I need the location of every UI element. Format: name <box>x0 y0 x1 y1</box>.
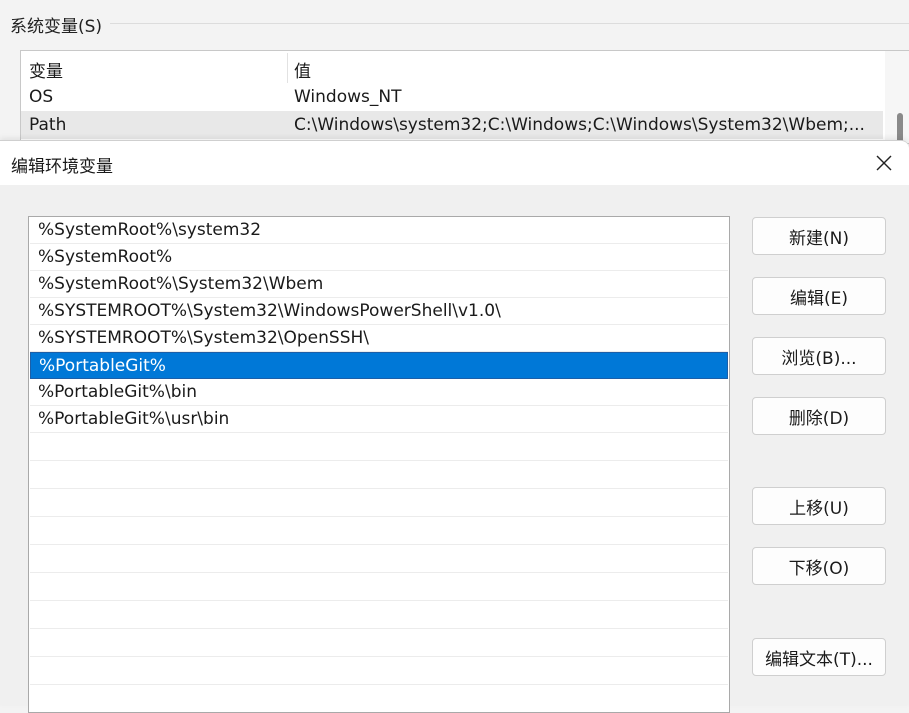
list-item[interactable]: %SYSTEMROOT%\System32\OpenSSH\ <box>30 325 728 352</box>
column-divider <box>287 53 288 83</box>
list-item[interactable]: %SYSTEMROOT%\System32\WindowsPowerShell\… <box>30 298 728 325</box>
scrollbar[interactable] <box>885 51 909 143</box>
variable-value: Windows_NT <box>294 87 402 107</box>
edit-button[interactable]: 编辑(E) <box>752 277 886 315</box>
empty-list-row[interactable] <box>30 489 728 517</box>
variable-value: C:\Windows\system32;C:\Windows;C:\Window… <box>294 115 865 135</box>
table-row[interactable]: Path C:\Windows\system32;C:\Windows;C:\W… <box>21 111 883 139</box>
move-down-button[interactable]: 下移(O) <box>752 547 886 585</box>
list-item[interactable]: %PortableGit%\bin <box>30 379 728 406</box>
edit-env-variable-dialog: 编辑环境变量 %SystemRoot%\system32 %SystemRoot… <box>0 140 909 713</box>
list-item[interactable]: %SystemRoot%\system32 <box>30 217 728 244</box>
dialog-titlebar: 编辑环境变量 <box>0 141 909 185</box>
list-item-selected[interactable]: %PortableGit% <box>30 352 728 379</box>
empty-list-row[interactable] <box>30 657 728 685</box>
table-header: 变量 值 <box>21 53 883 83</box>
empty-list-row[interactable] <box>30 545 728 573</box>
empty-list-row[interactable] <box>30 461 728 489</box>
path-entries-list[interactable]: %SystemRoot%\system32 %SystemRoot% %Syst… <box>28 216 730 713</box>
empty-list-row[interactable] <box>30 517 728 545</box>
group-divider <box>110 23 909 24</box>
browse-button[interactable]: 浏览(B)... <box>752 337 886 375</box>
table-row[interactable]: OS Windows_NT <box>21 83 883 111</box>
scrollbar-thumb[interactable] <box>897 113 903 143</box>
edit-text-button[interactable]: 编辑文本(T)... <box>752 638 886 676</box>
system-variables-group: 系统变量(S) 变量 值 OS Windows_NT Path C:\Windo… <box>0 0 909 144</box>
close-icon <box>876 155 892 171</box>
empty-list-row[interactable] <box>30 601 728 629</box>
column-header-variable[interactable]: 变量 <box>29 57 63 82</box>
empty-list-row[interactable] <box>30 629 728 657</box>
list-item[interactable]: %SystemRoot% <box>30 244 728 271</box>
empty-list-row[interactable] <box>30 433 728 461</box>
new-button[interactable]: 新建(N) <box>752 217 886 255</box>
move-up-button[interactable]: 上移(U) <box>752 487 886 525</box>
close-button[interactable] <box>867 147 901 179</box>
variable-name: OS <box>29 87 54 107</box>
empty-list-row[interactable] <box>30 573 728 601</box>
dialog-title: 编辑环境变量 <box>11 157 113 177</box>
variable-name: Path <box>29 115 67 135</box>
list-item[interactable]: %PortableGit%\usr\bin <box>30 406 728 433</box>
delete-button[interactable]: 删除(D) <box>752 397 886 435</box>
system-variables-title: 系统变量(S) <box>10 17 103 37</box>
system-variables-table[interactable]: 变量 值 OS Windows_NT Path C:\Windows\syste… <box>20 50 909 144</box>
list-item[interactable]: %SystemRoot%\System32\Wbem <box>30 271 728 298</box>
column-header-value[interactable]: 值 <box>294 57 311 82</box>
